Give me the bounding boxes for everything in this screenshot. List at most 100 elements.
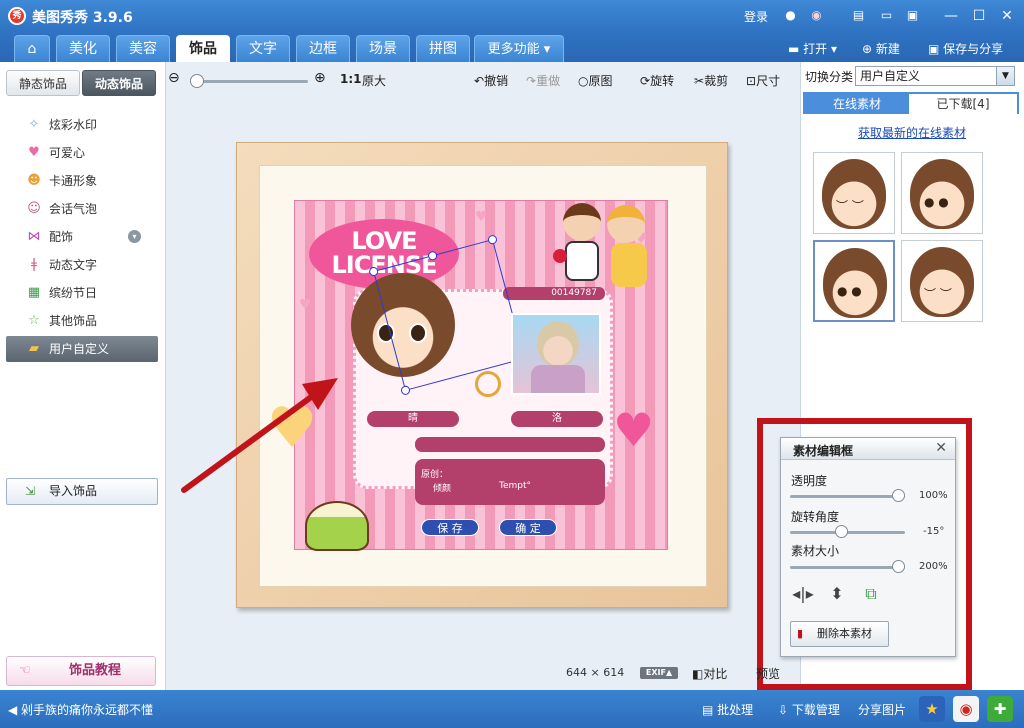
tab-accessories[interactable]: 饰品	[176, 35, 230, 62]
license-field-box: 原创： 倾颜 Tempt°	[415, 459, 605, 505]
opacity-slider[interactable]	[790, 489, 905, 502]
sparkle-icon: ✧	[28, 117, 40, 132]
close-icon[interactable]: ✕	[935, 440, 947, 456]
canvas-area[interactable]: ♥ ♥ ♥ ♥ LOVE LICENSE 00149787	[166, 98, 800, 690]
redo-button[interactable]: ↷重做	[526, 72, 560, 89]
maximize-button[interactable]: ☐	[968, 6, 990, 26]
tab-collage[interactable]: 拼图	[416, 35, 470, 62]
speech-bubble-icon: ☺	[27, 201, 41, 216]
flip-vertical-icon[interactable]: ⬍	[825, 584, 849, 604]
category-select[interactable]: 用户自定义 ▼	[855, 66, 1015, 86]
subtab-static[interactable]: 静态饰品	[6, 70, 80, 96]
material-thumbnail[interactable]: ︶ ︶	[901, 240, 983, 322]
rotation-slider[interactable]	[790, 525, 905, 538]
love-license-image[interactable]: ♥ ♥ ♥ ♥ LOVE LICENSE 00149787	[267, 200, 668, 551]
name-left: 晴	[367, 411, 459, 427]
material-editor-panel: 素材编辑框 ✕ 透明度 100% 旋转角度 -15° 素材大小 200% ◂|▸…	[780, 437, 956, 657]
status-bar: ◀ 剁手族的痛你永远都不懂 ▤ 批处理 ⇩ 下载管理 分享图片 ★ ◉ ✚	[0, 690, 1024, 728]
tab-more[interactable]: 更多功能 ▾	[474, 35, 564, 62]
skin-icon[interactable]: ▤	[850, 7, 867, 24]
zoom-out-icon[interactable]: ⊖	[168, 70, 180, 86]
size-label: 素材大小	[791, 544, 840, 558]
hand-icon: ☜	[19, 663, 31, 678]
zoom-slider-knob[interactable]	[190, 74, 204, 88]
material-thumbnail-selected[interactable]: ● ●	[813, 240, 895, 322]
new-button[interactable]: ⊕ 新建	[862, 40, 900, 57]
qq-icon[interactable]: ●	[782, 7, 799, 24]
accessory-tutorial-button[interactable]: ☜ 饰品教程	[6, 656, 156, 686]
name-right: 洛	[511, 411, 603, 427]
undo-icon: ↶	[474, 74, 485, 88]
tab-makeup[interactable]: 美容	[116, 35, 170, 62]
image-toolbar: ⊖ ⊕ 1:1 原大 ↶撤销 ↷重做 ○原图 ⟳旋转 ✂裁剪 ⊡尺寸	[166, 62, 800, 98]
size-slider-knob[interactable]	[892, 560, 905, 573]
material-thumbnail[interactable]: ● ●	[901, 152, 983, 234]
expand-chevron-icon[interactable]: ▾	[128, 230, 141, 243]
rotation-value: -15°	[923, 526, 945, 537]
original-size-button[interactable]: 原大	[362, 72, 386, 89]
main-tab-bar: ⌂ 美化 美容 饰品 文字 边框 场景 拼图 更多功能 ▾ ▬ 打开 ▾ ⊕ 新…	[0, 32, 1024, 62]
minimize-button[interactable]: —	[940, 6, 962, 26]
opacity-slider-knob[interactable]	[892, 489, 905, 502]
undo-button[interactable]: ↶撤销	[474, 72, 508, 89]
menu-icon[interactable]: ▣	[904, 7, 921, 24]
photo-mat: ♥ ♥ ♥ ♥ LOVE LICENSE 00149787	[259, 165, 707, 587]
license-field-bar	[415, 437, 605, 452]
trash-icon: ▮	[797, 627, 804, 640]
import-accessory-button[interactable]: ⇲ 导入饰品	[6, 478, 158, 505]
rotate-button[interactable]: ⟳旋转	[640, 72, 674, 89]
share-image-button[interactable]: 分享图片	[858, 701, 906, 718]
add-share-icon[interactable]: ✚	[987, 696, 1013, 722]
download-manager-button[interactable]: ⇩ 下载管理	[778, 701, 840, 718]
close-button[interactable]: ✕	[996, 6, 1018, 26]
size-slider[interactable]	[790, 560, 905, 573]
login-link[interactable]: 登录	[744, 8, 768, 25]
material-thumbnail[interactable]: ︶ ︶	[813, 152, 895, 234]
chevron-down-icon: ▼	[996, 67, 1014, 85]
favorite-star-icon[interactable]: ★	[919, 696, 945, 722]
tab-text[interactable]: 文字	[236, 35, 290, 62]
feedback-icon[interactable]: ▭	[878, 7, 895, 24]
license-save-button: 保 存	[421, 519, 479, 536]
original-image-button[interactable]: ○原图	[578, 72, 613, 89]
resize-button[interactable]: ⊡尺寸	[746, 72, 780, 89]
weibo-share-icon[interactable]: ◉	[953, 696, 979, 722]
delete-material-button[interactable]: ▮ 删除本素材	[790, 621, 889, 647]
circle-icon: ○	[578, 74, 589, 88]
bow-icon: ⋈	[27, 229, 41, 244]
crop-button[interactable]: ✂裁剪	[694, 72, 728, 89]
weibo-icon[interactable]: ◉	[808, 7, 825, 24]
compare-button[interactable]: ◧对比	[692, 665, 727, 682]
ratio-label[interactable]: 1:1	[340, 72, 362, 86]
batch-button[interactable]: ▤ 批处理	[702, 701, 753, 718]
tab-scene[interactable]: 场景	[356, 35, 410, 62]
exif-button[interactable]: EXIF▲	[640, 667, 678, 679]
flip-horizontal-icon[interactable]: ◂|▸	[791, 584, 815, 604]
scissors-icon: ✂	[694, 74, 705, 88]
open-button[interactable]: ▬ 打开 ▾	[788, 40, 837, 57]
tab-home[interactable]: ⌂	[14, 35, 50, 62]
selection-handle[interactable]	[486, 234, 498, 246]
tab-border[interactable]: 边框	[296, 35, 350, 62]
download-icon: ⇩	[778, 703, 792, 717]
yellow-heart-icon: ♥	[267, 396, 318, 461]
tab-online-material[interactable]: 在线素材	[807, 94, 907, 114]
resize-icon: ⊡	[746, 74, 757, 88]
zoom-in-icon[interactable]: ⊕	[314, 70, 326, 86]
title-bar: 秀 美图秀秀 3.9.6 登录 ● ◉ ▤ ▭ ▣ — ☐ ✕	[0, 0, 1024, 32]
rotation-slider-knob[interactable]	[835, 525, 848, 538]
save-share-button[interactable]: ▣ 保存与分享	[928, 40, 1003, 57]
license-ok-button: 确 定	[499, 519, 557, 536]
fetch-latest-link[interactable]: 获取最新的在线素材	[801, 124, 1023, 141]
zoom-slider[interactable]	[190, 74, 308, 88]
tab-downloaded[interactable]: 已下载[4]	[909, 94, 1017, 114]
preview-button[interactable]: 预览	[756, 665, 780, 682]
subtab-animated[interactable]: 动态饰品	[82, 70, 156, 96]
copy-material-icon[interactable]: ⧉	[859, 584, 883, 604]
license-number: 00149787	[503, 287, 605, 300]
app-logo-icon: 秀	[8, 7, 26, 25]
portrait-photo	[511, 313, 601, 395]
gift-icon: ▦	[27, 285, 41, 300]
tab-beautify[interactable]: 美化	[56, 35, 110, 62]
canvas-size-readout: 644 × 614	[566, 666, 625, 679]
